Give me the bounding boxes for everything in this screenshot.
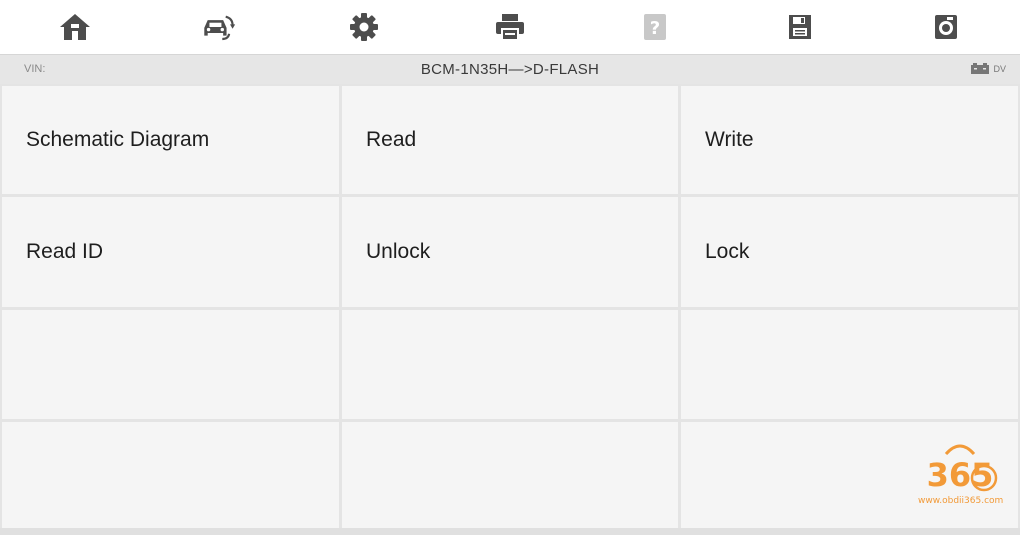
empty-cell <box>342 422 678 528</box>
menu-item-write[interactable]: Write <box>681 86 1018 194</box>
function-menu-grid: Schematic Diagram Read Write Read ID Unl… <box>0 84 1020 535</box>
menu-item-read[interactable]: Read <box>342 86 678 194</box>
settings-icon[interactable] <box>346 9 382 45</box>
status-bar: VIN: BCM-1N35H—>D-FLASH DV <box>0 54 1020 84</box>
page-title: BCM-1N35H—>D-FLASH <box>420 61 600 78</box>
battery-icon <box>971 63 990 74</box>
menu-item-schematic-diagram[interactable]: Schematic Diagram <box>2 86 339 194</box>
menu-item-label: Read ID <box>26 240 104 263</box>
watermark-url: www.obdii365.com <box>918 496 1004 506</box>
print-icon[interactable] <box>492 9 528 45</box>
watermark-logo: 365 www.obdii365.com <box>918 440 1004 512</box>
power-label: DV <box>993 64 1006 74</box>
menu-item-unlock[interactable]: Unlock <box>342 197 678 307</box>
vehicle-swap-icon[interactable] <box>200 9 236 45</box>
menu-item-label: Write <box>705 128 754 151</box>
empty-cell <box>2 422 339 528</box>
svg-text:?: ? <box>650 18 660 39</box>
power-indicator: DV <box>970 63 1006 75</box>
menu-item-lock[interactable]: Lock <box>681 197 1018 307</box>
menu-item-read-id[interactable]: Read ID <box>2 197 339 307</box>
empty-cell <box>2 310 339 419</box>
screenshot-icon[interactable] <box>928 9 964 45</box>
menu-item-label: Unlock <box>366 240 431 263</box>
help-icon: ? <box>637 9 673 45</box>
empty-cell <box>342 310 678 419</box>
menu-item-label: Lock <box>705 240 750 263</box>
toolbar: ? <box>0 0 1020 54</box>
save-icon[interactable] <box>782 9 818 45</box>
obdii365-logo-icon: 365 <box>927 444 998 494</box>
empty-cell <box>681 310 1018 419</box>
watermark-logo-text: 365 <box>927 456 994 494</box>
bottom-edge <box>0 528 1020 535</box>
menu-item-label: Schematic Diagram <box>26 128 210 151</box>
menu-item-label: Read <box>366 128 417 151</box>
home-icon[interactable] <box>57 9 93 45</box>
